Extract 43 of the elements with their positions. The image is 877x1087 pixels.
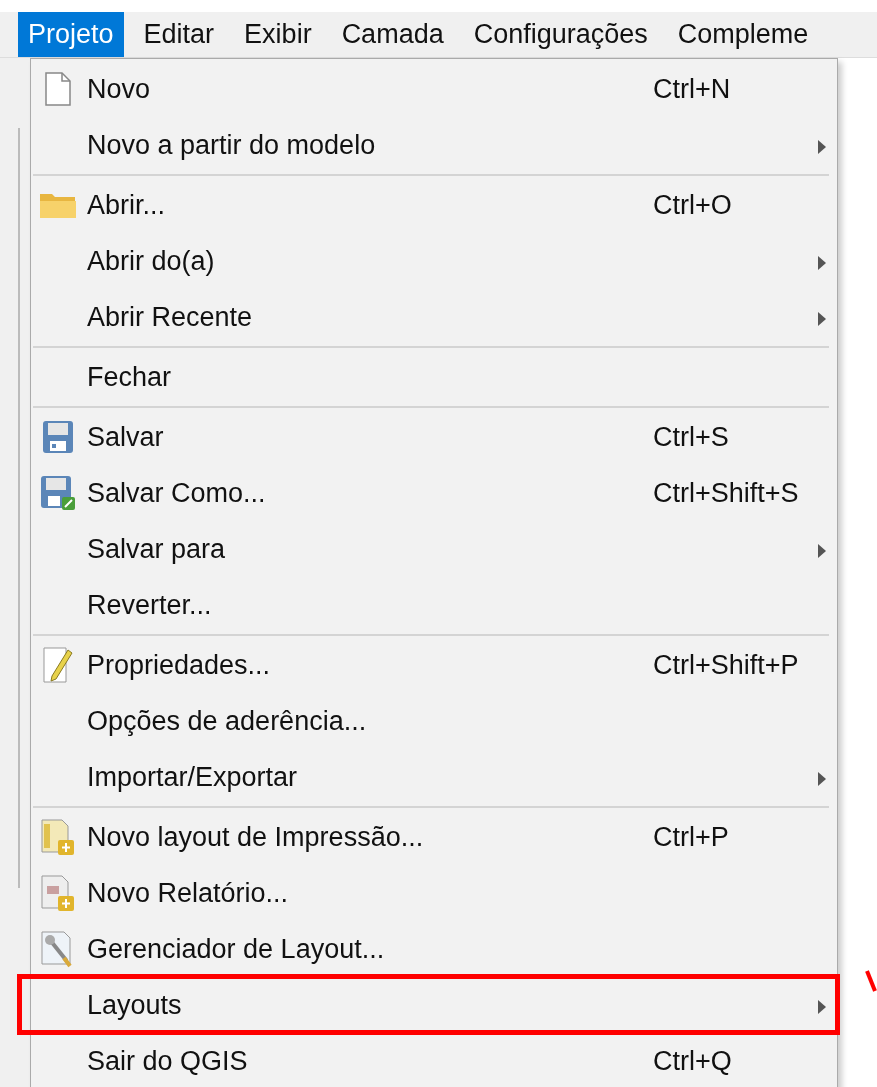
menu-item[interactable]: Importar/Exportar xyxy=(31,749,837,805)
submenu-arrow-icon xyxy=(817,771,826,786)
menu-item[interactable]: Reverter... xyxy=(31,577,837,633)
layout-page-icon xyxy=(40,818,76,856)
report-page-icon xyxy=(40,874,76,912)
menu-item[interactable]: Opções de aderência... xyxy=(31,693,837,749)
submenu-arrow-icon xyxy=(817,543,826,558)
menu-item[interactable]: Gerenciador de Layout... xyxy=(31,921,837,977)
menu-bar-item[interactable]: Camada xyxy=(331,12,454,57)
shortcut-label: Ctrl+S xyxy=(652,421,730,453)
menu-bar-item[interactable]: Configurações xyxy=(463,12,658,57)
submenu-arrow-icon xyxy=(817,311,826,326)
menu-bar-item[interactable]: Editar xyxy=(133,12,225,57)
menu-bar-item[interactable]: Exibir xyxy=(234,12,322,57)
submenu-arrow-icon xyxy=(817,999,826,1014)
shortcut-label: Ctrl+N xyxy=(652,73,732,105)
menu-item[interactable]: Salvar Como... Ctrl+Shift+S xyxy=(31,465,837,521)
shortcut-label: Ctrl+Shift+S xyxy=(652,477,800,509)
shortcut-label: Ctrl+Q xyxy=(652,1045,733,1077)
menu-item[interactable]: Salvar para xyxy=(31,521,837,577)
shortcut-label: Ctrl+P xyxy=(652,821,730,853)
submenu-arrow-icon xyxy=(817,255,826,270)
menu-item[interactable]: Novo layout de Impressão... Ctrl+P xyxy=(31,809,837,865)
menu-item[interactable]: Layouts xyxy=(31,977,837,1033)
shortcut-label: Ctrl+O xyxy=(652,189,733,221)
floppy-disk-pencil-icon xyxy=(40,475,76,511)
menu-item[interactable]: Abrir do(a) xyxy=(31,233,837,289)
page-icon xyxy=(43,72,73,106)
menu-item[interactable]: Salvar Ctrl+S xyxy=(31,409,837,465)
shortcut-label: Ctrl+Shift+P xyxy=(652,649,800,681)
menu-bar-item[interactable]: Compleme xyxy=(667,12,819,57)
menu-item[interactable]: Novo Relatório... xyxy=(31,865,837,921)
menu-item[interactable]: Abrir... Ctrl+O xyxy=(31,177,837,233)
submenu-arrow-icon xyxy=(817,139,826,154)
menu-item[interactable]: Sair do QGIS Ctrl+Q xyxy=(31,1033,837,1087)
page-pencil-icon xyxy=(42,646,74,684)
menu-item[interactable]: Propriedades... Ctrl+Shift+P xyxy=(31,637,837,693)
menu-item[interactable]: Novo Ctrl+N xyxy=(31,61,837,117)
menu-item[interactable]: Fechar xyxy=(31,349,837,405)
menu-bar-item[interactable]: Projeto xyxy=(18,12,124,57)
folder-icon xyxy=(39,191,77,219)
menu-item[interactable]: Abrir Recente xyxy=(31,289,837,345)
menu-item[interactable]: Novo a partir do modelo xyxy=(31,117,837,173)
